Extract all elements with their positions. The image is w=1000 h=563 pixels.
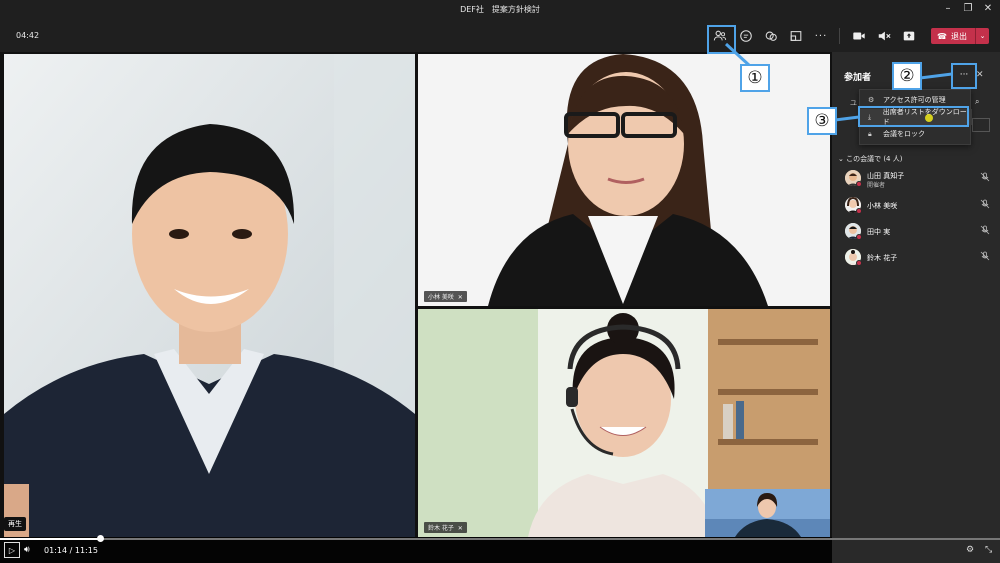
annotation-number-1: ①: [740, 64, 770, 92]
play-icon: ▷: [8, 545, 16, 555]
mute-button[interactable]: [875, 27, 893, 45]
reaction-icon: [765, 31, 777, 41]
participant-row[interactable]: 山田 真知子 開催者: [845, 170, 995, 192]
mic-off-icon: [980, 251, 990, 261]
speaker-muted-icon: [878, 31, 891, 41]
more-actions-button[interactable]: ···: [812, 27, 830, 45]
participant-name: 小林 美咲: [867, 202, 898, 210]
mic-off-icon: [980, 172, 990, 182]
close-window-icon[interactable]: ✕: [982, 3, 994, 15]
annotation-arrow-2: [920, 72, 953, 80]
annotation-box-2: [951, 63, 977, 89]
tile-name-tag: 小林 美咲 ✕: [424, 291, 467, 302]
gear-icon: ⚙: [868, 96, 875, 104]
close-panel-icon[interactable]: ✕: [976, 70, 984, 80]
meeting-toolbar: 04:42 ··· ☎ 退出 ⌄: [0, 20, 1000, 52]
annotation-number-2: ②: [892, 62, 922, 90]
participant-row[interactable]: 鈴木 花子: [845, 249, 995, 271]
play-button[interactable]: ▷: [4, 542, 20, 558]
leave-label: 退出: [950, 31, 967, 41]
annotation-number-3: ③: [807, 107, 837, 135]
mic-off-icon: ✕: [455, 294, 463, 301]
share-screen-button[interactable]: [900, 27, 918, 45]
video-tile-suzuki[interactable]: 鈴木 花子 ✕: [418, 309, 830, 537]
rooms-icon: [790, 31, 802, 41]
lock-icon: 🔒︎: [868, 129, 872, 138]
chevron-down-icon: ⌄: [838, 155, 847, 163]
participant-name: 田中 実: [867, 228, 891, 236]
search-input[interactable]: [972, 118, 990, 132]
camera-icon: [853, 32, 865, 40]
search-icon[interactable]: ⌕: [975, 97, 979, 107]
title-bar: DEF社 提案方針検討 – ❐ ✕: [0, 0, 1000, 20]
share-icon: [903, 31, 915, 41]
camera-button[interactable]: [850, 27, 868, 45]
seek-handle[interactable]: [96, 535, 104, 542]
exit-fullscreen-icon[interactable]: ⤡: [985, 545, 992, 555]
more-icon: ···: [814, 30, 828, 42]
tile-name-tag: 鈴木 花子 ✕: [424, 522, 467, 533]
participant-row[interactable]: 田中 実: [845, 223, 995, 245]
presence-badge: [856, 260, 862, 266]
presence-badge: [856, 234, 862, 240]
leave-button[interactable]: ☎ 退出 ⌄: [931, 28, 989, 44]
mic-off-icon: ✕: [455, 525, 463, 532]
player-controls: ▷ 🔊︎ 01:14 / 11:15: [0, 535, 1000, 563]
play-tooltip: 再生: [4, 517, 26, 531]
search-prefix: ユ: [850, 99, 857, 107]
seek-bar[interactable]: [0, 535, 1000, 542]
window-title: DEF社 提案方針検討: [460, 5, 540, 14]
participant-row[interactable]: 小林 美咲: [845, 197, 995, 219]
annotation-box-3: [858, 106, 969, 127]
section-in-meeting[interactable]: ⌄ この会議で (4 人): [838, 154, 902, 164]
reactions-button[interactable]: [762, 27, 780, 45]
meeting-timer: 04:42: [16, 31, 40, 40]
participant-name: 鈴木 花子: [867, 254, 898, 262]
mic-off-icon: [980, 225, 990, 235]
presence-badge: [856, 181, 862, 187]
presence-badge: [856, 208, 862, 214]
menu-item-lock-meeting[interactable]: 🔒︎ 会議をロック: [860, 126, 972, 142]
self-view-video: [705, 489, 830, 537]
restore-icon[interactable]: ❐: [962, 3, 974, 15]
panel-title: 参加者: [844, 73, 872, 83]
phone-hangup-icon: ☎: [937, 31, 947, 41]
minimize-icon[interactable]: –: [942, 3, 954, 15]
participant-video-man: [4, 54, 415, 537]
video-stage: 小林 美咲 ✕ 鈴木 花子 ✕: [0, 52, 832, 563]
self-view-tile[interactable]: [705, 489, 830, 537]
breakout-rooms-button[interactable]: [787, 27, 805, 45]
playback-time: 01:14 / 11:15: [44, 546, 98, 555]
annotation-arrow-3: [835, 115, 860, 122]
toolbar-divider: [839, 28, 840, 44]
seek-progress: [0, 538, 100, 540]
chevron-down-icon[interactable]: ⌄: [975, 28, 989, 44]
mic-off-icon: [980, 199, 990, 209]
participant-role: 開催者: [867, 182, 886, 189]
volume-icon[interactable]: 🔊︎: [24, 545, 30, 555]
video-tile-main[interactable]: [4, 54, 415, 537]
settings-icon[interactable]: ⚙: [966, 545, 974, 555]
